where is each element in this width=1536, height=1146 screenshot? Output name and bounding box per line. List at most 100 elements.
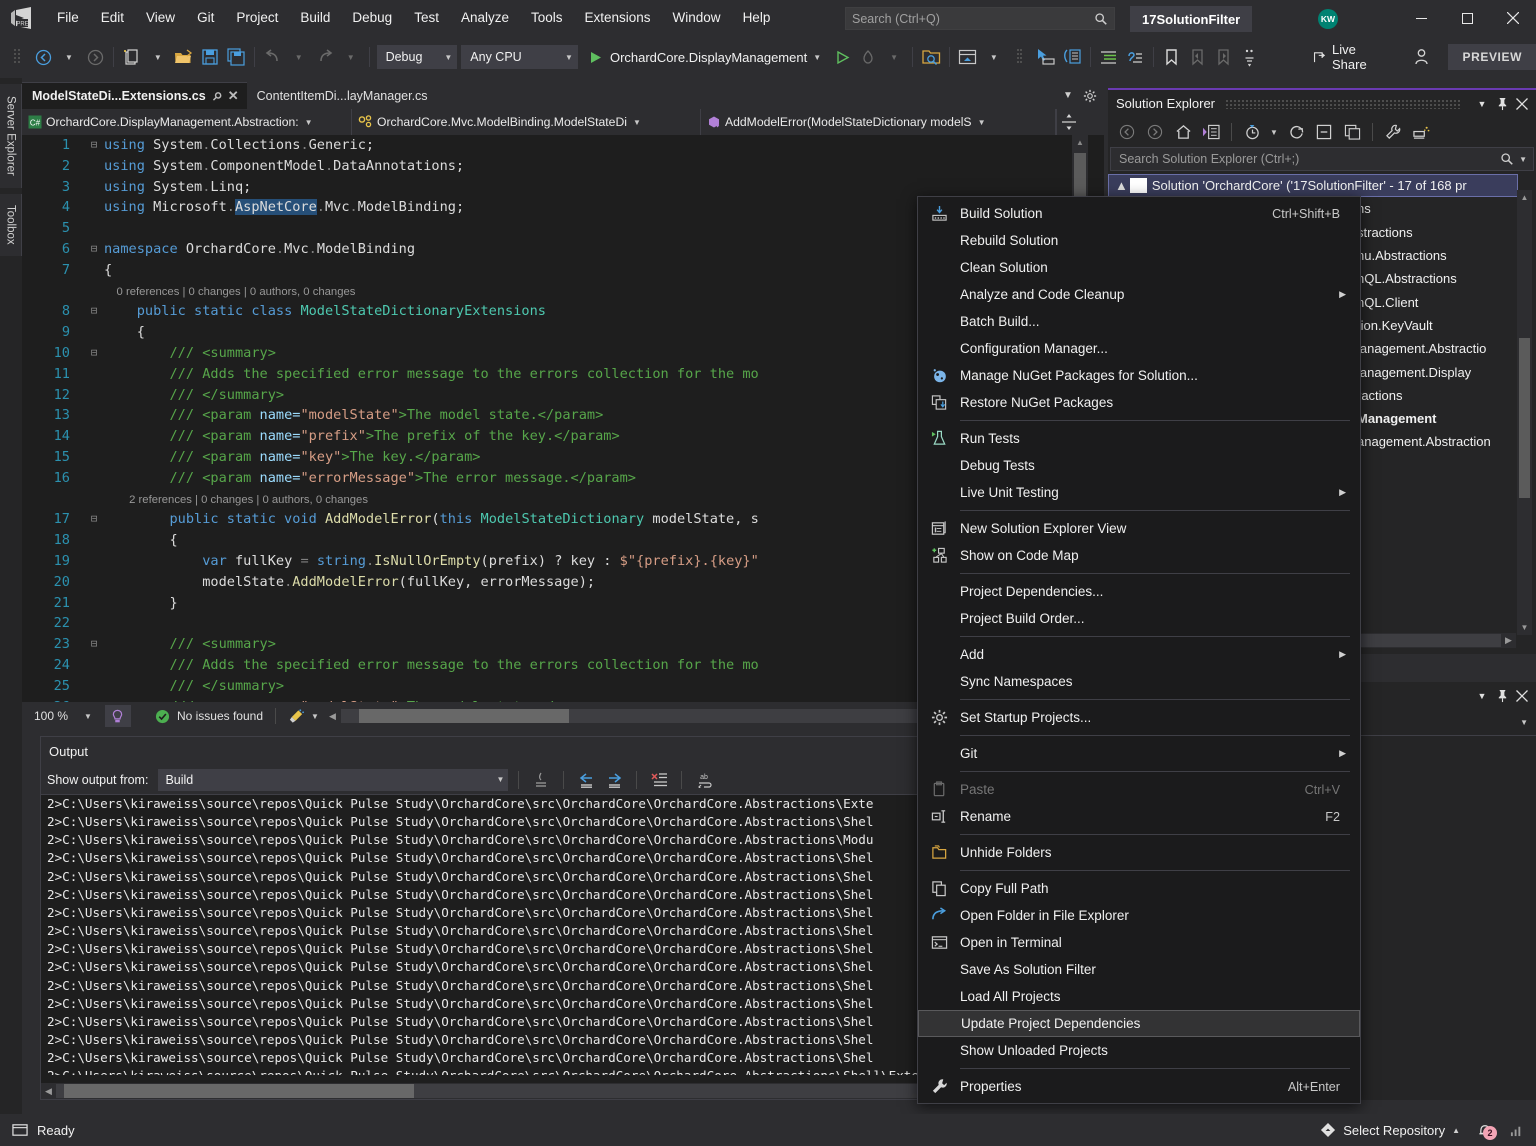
menu-item-configuration-manager[interactable]: Configuration Manager... bbox=[918, 335, 1360, 362]
minimize-button[interactable] bbox=[1398, 0, 1444, 36]
solution-filter-indicator[interactable]: 17SolutionFilter bbox=[1130, 6, 1253, 32]
scroll-up-arrow-icon[interactable]: ▲ bbox=[1072, 135, 1088, 149]
menu-item-save-as-solution-filter[interactable]: Save As Solution Filter bbox=[918, 956, 1360, 983]
navigate-back-dropdown[interactable]: ▼ bbox=[56, 42, 82, 72]
solution-node-selected[interactable]: ▲ Solution 'OrchardCore' ('17SolutionFilt… bbox=[1108, 174, 1518, 198]
menu-item-copy-full-path[interactable]: Copy Full Path bbox=[918, 875, 1360, 902]
menu-item-update-project-dependencies[interactable]: Update Project Dependencies bbox=[918, 1010, 1360, 1037]
menu-project[interactable]: Project bbox=[225, 0, 289, 36]
menu-window[interactable]: Window bbox=[662, 0, 732, 36]
close-icon[interactable] bbox=[1512, 93, 1532, 115]
panel-menu-button[interactable]: ▼ bbox=[1472, 93, 1492, 115]
hot-reload-button[interactable] bbox=[855, 42, 881, 72]
scroll-up-arrow-icon[interactable]: ▲ bbox=[1517, 190, 1532, 205]
navigate-forward-button[interactable] bbox=[82, 42, 108, 72]
menu-item-live-unit-testing[interactable]: Live Unit Testing ▶ bbox=[918, 479, 1360, 506]
toggle-live-preview-button[interactable] bbox=[1059, 42, 1085, 72]
fold-glyph[interactable] bbox=[84, 468, 104, 489]
se-search-dropdown[interactable]: ▼ bbox=[1519, 155, 1527, 164]
menu-item-unhide-folders[interactable]: Unhide Folders bbox=[918, 839, 1360, 866]
menu-item-show-on-code-map[interactable]: Show on Code Map bbox=[918, 542, 1360, 569]
pin-icon[interactable] bbox=[1492, 93, 1512, 115]
solution-explorer-search-input[interactable]: Search Solution Explorer (Ctrl+;) ▼ bbox=[1110, 147, 1534, 171]
gear-icon[interactable] bbox=[1080, 85, 1100, 107]
undo-dropdown[interactable]: ▼ bbox=[286, 42, 312, 72]
scroll-left-arrow-icon[interactable]: ◀ bbox=[329, 711, 336, 722]
fold-glyph[interactable] bbox=[84, 197, 104, 218]
clear-all-button[interactable] bbox=[647, 768, 671, 792]
save-button[interactable] bbox=[197, 42, 223, 72]
close-icon[interactable]: ✕ bbox=[228, 88, 239, 104]
fold-glyph[interactable] bbox=[84, 364, 104, 385]
tab-list-dropdown[interactable]: ▼ bbox=[1058, 85, 1078, 107]
intellicode-icon[interactable] bbox=[104, 705, 131, 727]
menu-view[interactable]: View bbox=[135, 0, 186, 36]
fold-glyph[interactable] bbox=[84, 322, 104, 343]
nav-type-combo[interactable]: OrchardCore.Mvc.ModelBinding.ModelStateD… bbox=[352, 109, 701, 135]
menu-item-debug-tests[interactable]: Debug Tests bbox=[918, 452, 1360, 479]
menu-item-restore-nuget-packages[interactable]: Restore NuGet Packages bbox=[918, 389, 1360, 416]
sidebar-tab-server-explorer[interactable]: Server Explorer bbox=[0, 84, 22, 188]
next-bookmark-button[interactable] bbox=[1211, 42, 1237, 72]
close-button[interactable] bbox=[1490, 0, 1536, 36]
avatar[interactable]: KW bbox=[1318, 9, 1345, 29]
editor-tab-inactive[interactable]: ContentItemDi...layManager.cs bbox=[246, 82, 436, 109]
menu-item-manage-nuget-packages-for-solution[interactable]: Manage NuGet Packages for Solution... bbox=[918, 362, 1360, 389]
fold-glyph[interactable] bbox=[84, 405, 104, 426]
zoom-level-combo[interactable]: 100 % ▼ bbox=[22, 709, 97, 723]
fold-glyph[interactable] bbox=[84, 218, 104, 239]
menu-item-show-unloaded-projects[interactable]: Show Unloaded Projects bbox=[918, 1037, 1360, 1064]
scroll-left-arrow-icon[interactable]: ◀ bbox=[41, 1086, 56, 1097]
nav-member-combo[interactable]: AddModelError(ModelStateDictionary model… bbox=[701, 109, 1056, 135]
uncomment-selection-button[interactable] bbox=[1122, 42, 1148, 72]
menu-item-load-all-projects[interactable]: Load All Projects bbox=[918, 983, 1360, 1010]
undo-button[interactable] bbox=[260, 42, 286, 72]
previous-bookmark-button[interactable] bbox=[1185, 42, 1211, 72]
menu-git[interactable]: Git bbox=[186, 0, 225, 36]
live-share-account-button[interactable] bbox=[1408, 42, 1434, 72]
se-home-button[interactable] bbox=[1170, 120, 1196, 144]
menu-item-rebuild-solution[interactable]: Rebuild Solution bbox=[918, 227, 1360, 254]
se-collapse-all-button[interactable] bbox=[1311, 120, 1337, 144]
fold-glyph[interactable] bbox=[84, 593, 104, 614]
menu-item-properties[interactable]: Properties Alt+Enter bbox=[918, 1073, 1360, 1100]
fold-glyph[interactable]: ⊟ bbox=[84, 343, 104, 364]
menu-item-rename[interactable]: Rename F2 bbox=[918, 803, 1360, 830]
solution-platform-combo[interactable]: Any CPU ▼ bbox=[461, 45, 578, 69]
menu-extensions[interactable]: Extensions bbox=[574, 0, 662, 36]
se-preview-selected-button[interactable] bbox=[1408, 120, 1434, 144]
nav-project-combo[interactable]: C# OrchardCore.DisplayManagement.Abstrac… bbox=[22, 109, 352, 135]
fold-glyph[interactable] bbox=[84, 156, 104, 177]
editor-tab-active[interactable]: ModelStateDi...Extensions.cs ⚲ ✕ bbox=[22, 82, 247, 109]
fold-glyph[interactable]: ⊟ bbox=[84, 239, 104, 260]
preview-badge[interactable]: PREVIEW bbox=[1448, 44, 1536, 70]
start-without-debugging-button[interactable] bbox=[829, 42, 855, 72]
hot-reload-dropdown[interactable]: ▼ bbox=[881, 42, 907, 72]
toolbar-overflow-button[interactable] bbox=[1237, 42, 1263, 72]
find-message-button[interactable] bbox=[529, 768, 553, 792]
menu-item-sync-namespaces[interactable]: Sync Namespaces bbox=[918, 668, 1360, 695]
se-back-button[interactable] bbox=[1114, 120, 1140, 144]
fold-glyph[interactable] bbox=[84, 613, 104, 634]
scroll-right-arrow-icon[interactable]: ▶ bbox=[1501, 635, 1516, 646]
fold-glyph[interactable] bbox=[84, 426, 104, 447]
se-pending-changes-dropdown[interactable]: ▼ bbox=[1267, 120, 1281, 144]
solution-configuration-combo[interactable]: Debug ▼ bbox=[376, 45, 458, 69]
pin-icon[interactable]: ⚲ bbox=[209, 89, 224, 103]
menu-item-analyze-and-code-cleanup[interactable]: Analyze and Code Cleanup ▶ bbox=[918, 281, 1360, 308]
menu-item-clean-solution[interactable]: Clean Solution bbox=[918, 254, 1360, 281]
menu-item-project-dependencies[interactable]: Project Dependencies... bbox=[918, 578, 1360, 605]
fold-glyph[interactable] bbox=[84, 572, 104, 593]
fold-glyph[interactable]: ⊟ bbox=[84, 509, 104, 530]
fold-glyph[interactable]: ⊟ bbox=[84, 301, 104, 322]
fold-glyph[interactable] bbox=[84, 260, 104, 281]
menu-analyze[interactable]: Analyze bbox=[450, 0, 520, 36]
select-element-button[interactable] bbox=[1033, 42, 1059, 72]
live-share-button[interactable]: Live Share bbox=[1304, 42, 1393, 72]
split-editor-button[interactable] bbox=[1056, 109, 1080, 135]
menu-item-add[interactable]: Add ▶ bbox=[918, 641, 1360, 668]
se-properties-button[interactable] bbox=[1380, 120, 1406, 144]
fold-glyph[interactable] bbox=[84, 489, 104, 510]
maximize-button[interactable] bbox=[1444, 0, 1490, 36]
menu-item-set-startup-projects[interactable]: Set Startup Projects... bbox=[918, 704, 1360, 731]
